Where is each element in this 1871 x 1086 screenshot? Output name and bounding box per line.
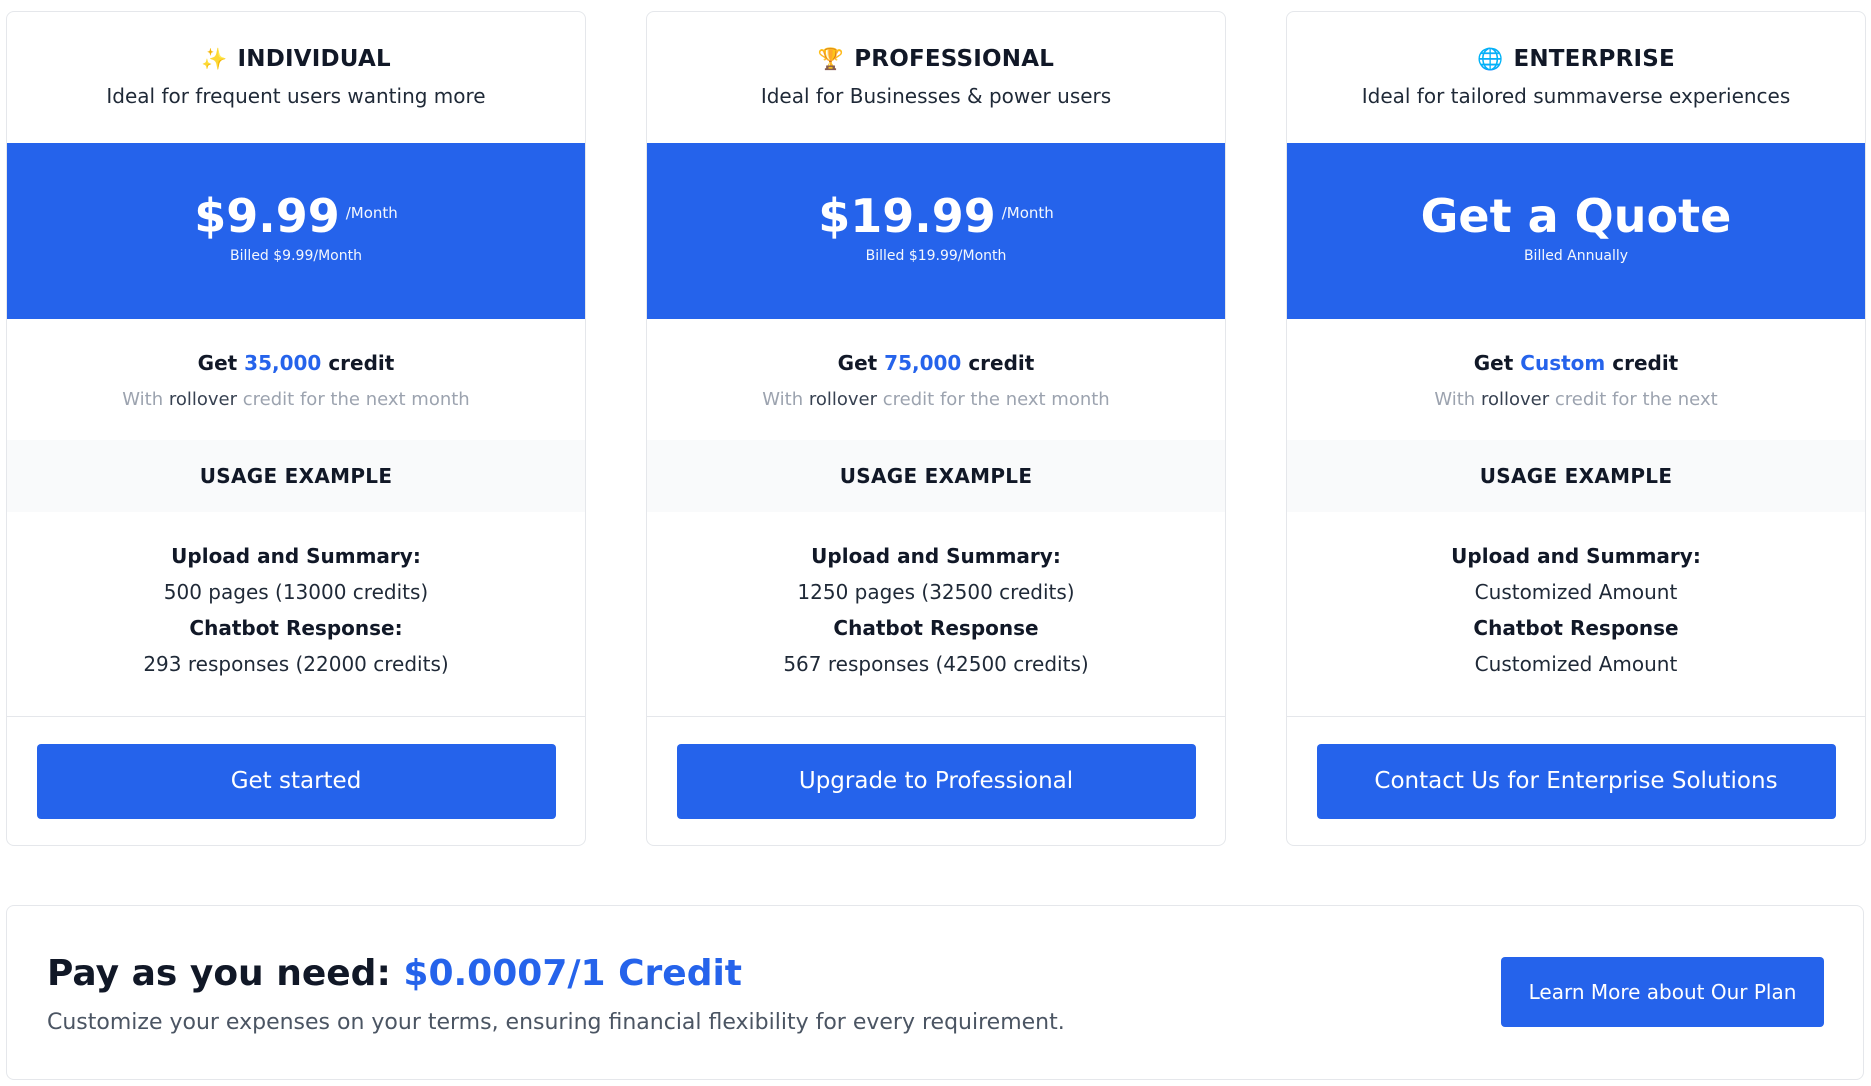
payg-subtitle: Customize your expenses on your terms, e… xyxy=(47,1010,1065,1035)
credit-prefix: Get xyxy=(837,351,878,375)
plan-footer: Contact Us for Enterprise Solutions xyxy=(1287,717,1865,845)
get-started-button[interactable]: Get started xyxy=(36,743,556,819)
plan-description: Ideal for Businesses & power users xyxy=(760,84,1112,108)
contact-enterprise-button[interactable]: Contact Us for Enterprise Solutions xyxy=(1316,743,1836,819)
rollover-word: rollover xyxy=(168,389,238,410)
usage-example-body: Upload and Summary: Customized Amount Ch… xyxy=(1287,512,1865,717)
plan-price: $19.99 xyxy=(818,189,996,243)
rollover-suffix: credit for the next month xyxy=(882,389,1110,410)
plan-card-individual: ✨ INDIVIDUAL Ideal for frequent users wa… xyxy=(6,11,586,846)
sparkles-icon: ✨ xyxy=(201,46,228,71)
credit-line: Get 35,000 credit xyxy=(7,351,585,375)
credit-line: Get 75,000 credit xyxy=(647,351,1225,375)
chatbot-value: Customized Amount xyxy=(1474,652,1678,676)
plan-name-label: PROFESSIONAL xyxy=(854,46,1055,72)
plan-footer: Upgrade to Professional xyxy=(647,717,1225,845)
credit-block: Get Custom credit With rollover credit f… xyxy=(1287,319,1865,440)
upload-value: Customized Amount xyxy=(1474,580,1678,604)
credit-amount: 75,000 xyxy=(884,351,962,375)
globe-icon: 🌐 xyxy=(1477,46,1504,71)
chatbot-label: Chatbot Response xyxy=(833,616,1039,640)
plan-name: ✨ INDIVIDUAL xyxy=(7,46,585,72)
rollover-prefix: With xyxy=(122,389,164,410)
billing-note: Billed Annually xyxy=(1523,248,1629,264)
credit-amount: Custom xyxy=(1520,351,1606,375)
usage-example-heading: USAGE EXAMPLE xyxy=(647,440,1225,512)
rollover-prefix: With xyxy=(762,389,804,410)
usage-example-heading: USAGE EXAMPLE xyxy=(1287,440,1865,512)
credit-prefix: Get xyxy=(1473,351,1514,375)
plan-header: 🏆 PROFESSIONAL Ideal for Businesses & po… xyxy=(647,12,1225,143)
plan-card-professional: 🏆 PROFESSIONAL Ideal for Businesses & po… xyxy=(646,11,1226,846)
usage-example-body: Upload and Summary: 1250 pages (32500 cr… xyxy=(647,512,1225,717)
usage-example-heading: USAGE EXAMPLE xyxy=(7,440,585,512)
price-period: /Month xyxy=(345,204,398,222)
trophy-icon: 🏆 xyxy=(817,46,845,71)
rollover-note: With rollover credit for the next month xyxy=(7,389,585,410)
payg-title: Pay as you need: $0.0007/1 Credit xyxy=(47,953,742,994)
plan-name-label: ENTERPRISE xyxy=(1513,46,1675,72)
plan-price: $9.99 xyxy=(194,189,340,243)
plan-price: Get a Quote xyxy=(1420,189,1732,243)
upload-value: 1250 pages (32500 credits) xyxy=(797,580,1075,604)
rollover-note: With rollover credit for the next month xyxy=(647,389,1225,410)
plan-header: ✨ INDIVIDUAL Ideal for frequent users wa… xyxy=(7,12,585,143)
billing-note: Billed $19.99/Month xyxy=(865,248,1007,264)
chatbot-value: 293 responses (22000 credits) xyxy=(143,652,449,676)
upload-label: Upload and Summary: xyxy=(1451,544,1701,568)
plan-header: 🌐 ENTERPRISE Ideal for tailored summaver… xyxy=(1287,12,1865,143)
credit-block: Get 75,000 credit With rollover credit f… xyxy=(647,319,1225,440)
pricing-plans: ✨ INDIVIDUAL Ideal for frequent users wa… xyxy=(6,11,1866,846)
chatbot-label: Chatbot Response: xyxy=(189,616,403,640)
chatbot-value: 567 responses (42500 credits) xyxy=(783,652,1089,676)
upload-value: 500 pages (13000 credits) xyxy=(163,580,429,604)
credit-line: Get Custom credit xyxy=(1287,351,1865,375)
rollover-word: rollover xyxy=(1480,389,1550,410)
price-period: /Month xyxy=(1001,204,1054,222)
rollover-word: rollover xyxy=(808,389,878,410)
upload-label: Upload and Summary: xyxy=(811,544,1061,568)
billing-note: Billed $9.99/Month xyxy=(230,248,362,264)
plan-name: 🌐 ENTERPRISE xyxy=(1287,46,1865,72)
chatbot-label: Chatbot Response xyxy=(1473,616,1679,640)
rollover-suffix: credit for the next month xyxy=(242,389,470,410)
payg-title-price: $0.0007/1 Credit xyxy=(403,953,743,994)
credit-suffix: credit xyxy=(1612,351,1679,375)
learn-more-button[interactable]: Learn More about Our Plan xyxy=(1501,957,1824,1027)
credit-prefix: Get xyxy=(197,351,238,375)
credit-suffix: credit xyxy=(328,351,395,375)
rollover-suffix: credit for the next xyxy=(1554,389,1718,410)
upgrade-to-professional-button[interactable]: Upgrade to Professional xyxy=(676,743,1196,819)
rollover-prefix: With xyxy=(1434,389,1476,410)
plan-card-enterprise: 🌐 ENTERPRISE Ideal for tailored summaver… xyxy=(1286,11,1866,846)
usage-example-body: Upload and Summary: 500 pages (13000 cre… xyxy=(7,512,585,717)
rollover-note: With rollover credit for the next xyxy=(1287,389,1865,410)
credit-amount: 35,000 xyxy=(244,351,322,375)
plan-description: Ideal for frequent users wanting more xyxy=(106,84,486,108)
price-band: Get a Quote Billed Annually xyxy=(1287,143,1865,319)
price-band: $19.99 /Month Billed $19.99/Month xyxy=(647,143,1225,319)
payg-title-prefix: Pay as you need: xyxy=(47,953,391,994)
price-band: $9.99 /Month Billed $9.99/Month xyxy=(7,143,585,319)
pay-as-you-need-panel: Pay as you need: $0.0007/1 Credit Custom… xyxy=(6,905,1864,1080)
upload-label: Upload and Summary: xyxy=(171,544,421,568)
plan-footer: Get started xyxy=(7,717,585,845)
plan-description: Ideal for tailored summaverse experience… xyxy=(1361,84,1791,108)
plan-name-label: INDIVIDUAL xyxy=(237,46,391,72)
plan-name: 🏆 PROFESSIONAL xyxy=(647,46,1225,72)
credit-block: Get 35,000 credit With rollover credit f… xyxy=(7,319,585,440)
credit-suffix: credit xyxy=(968,351,1035,375)
